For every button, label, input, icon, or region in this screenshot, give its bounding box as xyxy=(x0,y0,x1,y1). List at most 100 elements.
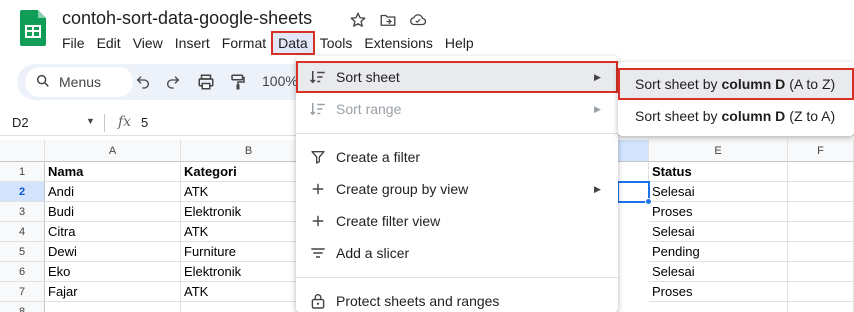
cell-f6[interactable] xyxy=(788,262,854,282)
submenu-arrow-icon: ▶ xyxy=(594,71,601,82)
name-box-dropdown-icon[interactable]: ▼ xyxy=(86,116,95,126)
cell-e3[interactable]: Proses xyxy=(649,202,788,222)
submenu-arrow-icon: ▶ xyxy=(594,103,601,114)
star-icon[interactable] xyxy=(348,10,368,30)
cell-a1[interactable]: Nama xyxy=(45,162,181,182)
menu-item-label: Sort sheet xyxy=(336,69,400,85)
cell-a6[interactable]: Eko xyxy=(45,262,181,282)
sheets-logo-icon[interactable] xyxy=(20,10,46,46)
print-icon[interactable] xyxy=(196,72,216,92)
cell-d1[interactable] xyxy=(618,162,649,182)
sort-icon xyxy=(308,67,328,87)
filter-icon xyxy=(308,147,328,167)
sort-option-prefix: Sort sheet by xyxy=(635,76,718,92)
row-header-5[interactable]: 5 xyxy=(0,242,45,262)
data-menu-dropdown: Sort sheet ▶ Sort range ▶ Create a filte… xyxy=(296,56,618,312)
sort-sheet-submenu: Sort sheet by column D (A to Z) Sort she… xyxy=(618,62,854,136)
select-all-corner[interactable] xyxy=(0,140,45,162)
cell-a4[interactable]: Citra xyxy=(45,222,181,242)
menu-item-label: Sort range xyxy=(336,101,402,117)
undo-icon[interactable] xyxy=(133,72,153,92)
sort-option-suffix: (Z to A) xyxy=(789,108,836,124)
menu-data[interactable]: Data xyxy=(271,31,315,55)
row-header-1[interactable]: 1 xyxy=(0,162,45,182)
paint-format-icon[interactable] xyxy=(228,72,248,92)
column-header-e[interactable]: E xyxy=(649,140,788,162)
zoom-select[interactable]: 100% xyxy=(262,73,298,89)
plus-icon xyxy=(308,179,328,199)
cell-a7[interactable]: Fajar xyxy=(45,282,181,302)
sort-option-column: column D xyxy=(721,108,786,124)
column-header-f[interactable]: F xyxy=(788,140,854,162)
submenu-arrow-icon: ▶ xyxy=(594,183,601,194)
menu-divider xyxy=(296,277,618,278)
cell-e1[interactable]: Status xyxy=(649,162,788,182)
slicer-icon xyxy=(308,243,328,263)
search-icon xyxy=(35,73,51,92)
menu-edit[interactable]: Edit xyxy=(91,32,127,54)
document-title[interactable]: contoh-sort-data-google-sheets xyxy=(62,8,312,29)
cell-f7[interactable] xyxy=(788,282,854,302)
formula-input[interactable]: 5 xyxy=(141,115,148,130)
sort-sheet-a-to-z[interactable]: Sort sheet by column D (A to Z) xyxy=(618,68,854,100)
cell-f1[interactable] xyxy=(788,162,854,182)
menu-item-sort-sheet[interactable]: Sort sheet ▶ xyxy=(296,61,618,93)
cell-f4[interactable] xyxy=(788,222,854,242)
menu-divider xyxy=(296,133,618,134)
cell-f8[interactable] xyxy=(788,302,854,312)
menu-tools[interactable]: Tools xyxy=(314,32,359,54)
cell-e4[interactable]: Selesai xyxy=(649,222,788,242)
row-header-4[interactable]: 4 xyxy=(0,222,45,242)
sort-option-column: column D xyxy=(721,76,786,92)
menu-item-label: Create group by view xyxy=(336,181,469,197)
row-header-6[interactable]: 6 xyxy=(0,262,45,282)
redo-icon[interactable] xyxy=(163,72,183,92)
cell-f5[interactable] xyxy=(788,242,854,262)
cell-f3[interactable] xyxy=(788,202,854,222)
menu-item-sort-range[interactable]: Sort range ▶ xyxy=(296,93,618,125)
search-menus-label: Menus xyxy=(59,74,102,90)
menu-view[interactable]: View xyxy=(127,32,169,54)
cell-f2[interactable] xyxy=(788,182,854,202)
cell-e7[interactable]: Proses xyxy=(649,282,788,302)
sort-option-prefix: Sort sheet by xyxy=(635,108,718,124)
cell-e6[interactable]: Selesai xyxy=(649,262,788,282)
sort-option-suffix: (A to Z) xyxy=(789,76,836,92)
row-header-8[interactable]: 8 xyxy=(0,302,45,312)
cell-a2[interactable]: Andi xyxy=(45,182,181,202)
menu-insert[interactable]: Insert xyxy=(169,32,216,54)
cell-a8[interactable] xyxy=(45,302,181,312)
cloud-saved-icon[interactable] xyxy=(408,10,428,30)
fill-handle[interactable] xyxy=(645,198,652,205)
menu-help[interactable]: Help xyxy=(439,32,480,54)
row-header-7[interactable]: 7 xyxy=(0,282,45,302)
menu-item-label: Create filter view xyxy=(336,213,441,229)
sort-sheet-z-to-a[interactable]: Sort sheet by column D (Z to A) xyxy=(618,100,854,132)
cell-e5[interactable]: Pending xyxy=(649,242,788,262)
menu-item-create-filter[interactable]: Create a filter xyxy=(296,141,618,173)
row-header-3[interactable]: 3 xyxy=(0,202,45,222)
cell-e2[interactable]: Selesai xyxy=(649,182,788,202)
sort-icon xyxy=(308,99,328,119)
row-header-2[interactable]: 2 xyxy=(0,182,45,202)
column-header-a[interactable]: A xyxy=(45,140,181,162)
menu-extensions[interactable]: Extensions xyxy=(358,32,438,54)
menu-item-label: Create a filter xyxy=(336,149,421,165)
move-folder-icon[interactable] xyxy=(378,10,398,30)
menu-item-create-group-by-view[interactable]: Create group by view ▶ xyxy=(296,173,618,205)
menu-format[interactable]: Format xyxy=(216,32,272,54)
lock-icon xyxy=(308,291,328,311)
search-menus-button[interactable]: Menus xyxy=(25,67,133,97)
menu-item-protect-sheets[interactable]: Protect sheets and ranges xyxy=(296,285,618,312)
menu-item-add-slicer[interactable]: Add a slicer xyxy=(296,237,618,269)
cell-a5[interactable]: Dewi xyxy=(45,242,181,262)
cell-e8[interactable] xyxy=(649,302,788,312)
cell-a3[interactable]: Budi xyxy=(45,202,181,222)
menu-item-create-filter-view[interactable]: Create filter view xyxy=(296,205,618,237)
formula-divider xyxy=(104,114,105,132)
name-box[interactable]: D2 xyxy=(12,115,29,130)
menu-item-label: Add a slicer xyxy=(336,245,410,261)
menu-item-label: Protect sheets and ranges xyxy=(336,293,500,309)
menu-file[interactable]: File xyxy=(56,32,91,54)
fx-icon: fx xyxy=(118,114,132,130)
